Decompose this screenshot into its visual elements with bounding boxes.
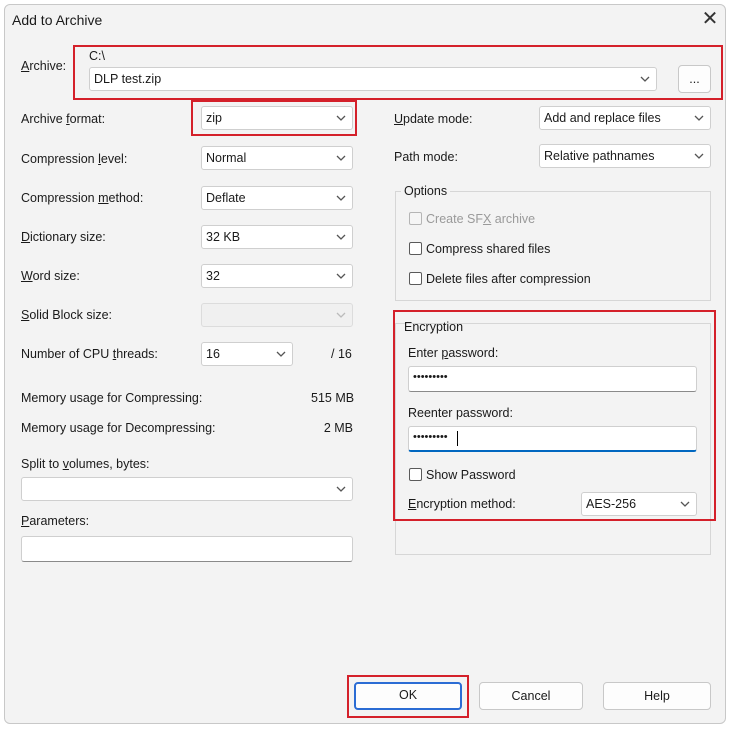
window-title: Add to Archive: [12, 12, 103, 28]
word-size-combo[interactable]: 32: [201, 264, 353, 288]
help-button[interactable]: Help: [603, 682, 711, 710]
chevron-down-icon: [680, 501, 690, 507]
compress-shared-checkbox[interactable]: [409, 242, 422, 255]
chevron-down-icon: [336, 486, 346, 492]
compress-shared-label: Compress shared files: [426, 242, 551, 256]
chevron-down-icon: [336, 234, 346, 240]
split-volumes-label: Split to volumes, bytes:: [21, 457, 150, 471]
delete-after-label: Delete files after compression: [426, 272, 591, 286]
word-size-label: Word size:: [21, 269, 80, 283]
enter-password-label: Enter password:: [408, 346, 499, 360]
compression-method-combo[interactable]: Deflate: [201, 186, 353, 210]
reenter-password-label: Reenter password:: [408, 406, 513, 420]
encryption-title: Encryption: [404, 320, 464, 334]
dictionary-size-combo[interactable]: 32 KB: [201, 225, 353, 249]
archive-path: C:\: [89, 49, 105, 63]
chevron-down-icon: [694, 153, 704, 159]
reenter-password-value: •••••••••: [413, 431, 448, 443]
compression-level-combo[interactable]: Normal: [201, 146, 353, 170]
archive-filename: DLP test.zip: [94, 72, 162, 86]
reenter-password-input[interactable]: •••••••••: [408, 426, 697, 452]
cpu-threads-value: 16: [206, 347, 220, 361]
memory-decompress-label: Memory usage for Decompressing:: [21, 421, 216, 435]
chevron-down-icon: [336, 273, 346, 279]
parameters-label: Parameters:: [21, 514, 90, 528]
parameters-input[interactable]: [21, 536, 353, 562]
dictionary-size-label: Dictionary size:: [21, 230, 106, 244]
show-password-label: Show Password: [426, 468, 516, 482]
encryption-method-value: AES-256: [586, 497, 637, 511]
chevron-down-icon: [336, 155, 346, 161]
chevron-down-icon: [276, 351, 286, 357]
memory-compress-label: Memory usage for Compressing:: [21, 391, 203, 405]
archive-format-label: Archive format:: [21, 112, 106, 126]
cpu-threads-combo[interactable]: 16: [201, 342, 293, 366]
compression-method-value: Deflate: [206, 191, 246, 205]
archive-format-combo[interactable]: zip: [201, 106, 353, 130]
update-mode-value: Add and replace files: [544, 111, 661, 125]
archive-label: Archive:: [21, 59, 67, 73]
chevron-down-icon: [640, 76, 650, 82]
solid-block-size-combo: [201, 303, 353, 327]
text-caret: [457, 431, 458, 446]
cancel-button[interactable]: Cancel: [479, 682, 583, 710]
chevron-down-icon: [336, 312, 346, 318]
cpu-threads-label: Number of CPU threads:: [21, 347, 158, 361]
show-password-checkbox[interactable]: [409, 468, 422, 481]
chevron-down-icon: [336, 115, 346, 121]
close-icon[interactable]: ✕: [699, 9, 721, 31]
archive-filename-combo[interactable]: DLP test.zip: [89, 67, 657, 91]
cpu-threads-max: / 16: [331, 347, 352, 361]
compression-method-label: Compression method:: [21, 191, 144, 205]
solid-block-size-label: Solid Block size:: [21, 308, 113, 322]
dictionary-size-value: 32 KB: [206, 230, 241, 244]
memory-compress-value: 515 MB: [311, 391, 355, 405]
ok-button[interactable]: OK: [354, 682, 462, 710]
delete-after-checkbox[interactable]: [409, 272, 422, 285]
chevron-down-icon: [694, 115, 704, 121]
create-sfx-label: Create SFX archive: [426, 212, 536, 226]
encryption-method-combo[interactable]: AES-256: [581, 492, 697, 516]
path-mode-combo[interactable]: Relative pathnames: [539, 144, 711, 168]
archive-format-value: zip: [206, 111, 222, 125]
enter-password-input[interactable]: •••••••••: [408, 366, 697, 392]
path-mode-value: Relative pathnames: [544, 149, 655, 163]
update-mode-combo[interactable]: Add and replace files: [539, 106, 711, 130]
add-to-archive-dialog: Add to Archive ✕ Archive: C:\ DLP test.z…: [4, 4, 726, 724]
update-mode-label: Update mode:: [394, 112, 473, 126]
chevron-down-icon: [336, 195, 346, 201]
compression-level-label: Compression level:: [21, 152, 128, 166]
options-title: Options: [401, 184, 451, 198]
split-volumes-combo[interactable]: [21, 477, 353, 501]
path-mode-label: Path mode:: [394, 150, 458, 164]
create-sfx-checkbox: [409, 212, 422, 225]
enter-password-value: •••••••••: [413, 371, 448, 383]
compression-level-value: Normal: [206, 151, 247, 165]
word-size-value: 32: [206, 269, 220, 283]
memory-decompress-value: 2 MB: [323, 421, 353, 435]
encryption-method-label: Encryption method:: [408, 497, 516, 511]
browse-button[interactable]: ...: [678, 65, 711, 93]
